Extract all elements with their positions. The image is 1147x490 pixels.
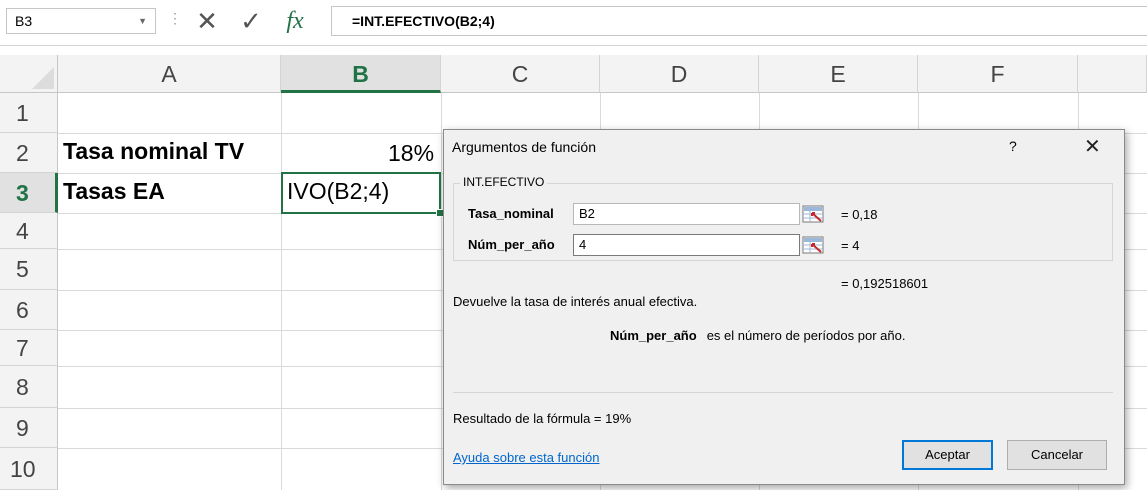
arg-result-num-per-ano: = 4 xyxy=(841,238,860,253)
formula-bar: B3 ▼ ⋮ ✕ ✓ fx =INT.EFECTIVO(B2;4) xyxy=(0,0,1147,46)
tasa-nominal-input[interactable]: B2 xyxy=(573,203,800,225)
formula-bar-buttons: ✕ ✓ fx xyxy=(186,6,330,36)
row-header-7[interactable]: 7 xyxy=(0,330,58,366)
range-picker-icon[interactable] xyxy=(802,204,824,224)
row-header-3[interactable]: 3 xyxy=(0,173,58,213)
divider xyxy=(453,392,1113,393)
row-header-9[interactable]: 9 xyxy=(0,408,58,448)
name-box[interactable]: B3 ▼ xyxy=(6,8,156,34)
column-header-f[interactable]: F xyxy=(918,55,1078,93)
cancel-icon[interactable]: ✕ xyxy=(192,6,222,36)
row-header-8[interactable]: 8 xyxy=(0,366,58,408)
function-result: = 0,192518601 xyxy=(841,276,929,291)
formula-input[interactable]: =INT.EFECTIVO(B2;4) xyxy=(331,6,1147,36)
cell-b3-edit-text: IVO(B2;4) xyxy=(287,178,390,204)
row-header-4[interactable]: 4 xyxy=(0,213,58,249)
name-box-value: B3 xyxy=(15,13,33,29)
ok-button[interactable]: Aceptar xyxy=(902,440,993,470)
drag-handle-icon[interactable]: ⋮ xyxy=(168,10,182,27)
function-name-label: INT.EFECTIVO xyxy=(460,175,548,189)
arg-result-tasa-nominal: = 0,18 xyxy=(841,207,878,222)
num-per-ano-input[interactable]: 4 xyxy=(573,234,800,256)
column-header-b[interactable]: B xyxy=(281,55,441,93)
column-header-a[interactable]: A xyxy=(58,55,281,93)
function-description: Devuelve la tasa de interés anual efecti… xyxy=(453,294,698,309)
formula-result: Resultado de la fórmula = 19% xyxy=(453,411,632,426)
cell-b2[interactable]: 18% xyxy=(388,140,434,167)
column-header-d[interactable]: D xyxy=(600,55,759,93)
help-icon[interactable]: ? xyxy=(1009,138,1017,154)
function-arguments-dialog: Argumentos de función ? ✕ INT.EFECTIVO T… xyxy=(443,129,1125,485)
arg-label-num-per-ano: Núm_per_año xyxy=(468,237,555,252)
column-header-e[interactable]: E xyxy=(759,55,918,93)
row-header-1[interactable]: 1 xyxy=(0,93,58,133)
range-picker-icon[interactable] xyxy=(802,235,824,255)
active-cell-b3[interactable]: IVO(B2;4) xyxy=(281,172,444,217)
help-link[interactable]: Ayuda sobre esta función xyxy=(453,450,599,465)
row-header-6[interactable]: 6 xyxy=(0,290,58,330)
cell-a3[interactable]: Tasas EA xyxy=(63,178,165,205)
column-header-c[interactable]: C xyxy=(441,55,600,93)
argument-description-name: Núm_per_año xyxy=(610,328,697,343)
chevron-down-icon[interactable]: ▼ xyxy=(138,16,147,26)
dialog-title: Argumentos de función xyxy=(452,139,596,155)
select-all-corner[interactable] xyxy=(0,55,58,93)
enter-check-icon[interactable]: ✓ xyxy=(236,6,266,36)
row-header-10[interactable]: 10 xyxy=(0,448,58,490)
cell-a2[interactable]: Tasa nominal TV xyxy=(63,138,244,165)
insert-function-icon[interactable]: fx xyxy=(280,8,310,34)
arg-label-tasa-nominal: Tasa_nominal xyxy=(468,206,554,221)
row-header-2[interactable]: 2 xyxy=(0,133,58,173)
formula-text: =INT.EFECTIVO(B2;4) xyxy=(352,13,495,29)
row-header-5[interactable]: 5 xyxy=(0,249,58,290)
argument-description: Núm_per_año es el número de períodos por … xyxy=(610,328,905,343)
cancel-button[interactable]: Cancelar xyxy=(1007,440,1107,470)
column-header-g[interactable] xyxy=(1078,55,1147,93)
argument-description-text: es el número de períodos por año. xyxy=(706,328,906,343)
close-icon[interactable]: ✕ xyxy=(1084,134,1101,159)
